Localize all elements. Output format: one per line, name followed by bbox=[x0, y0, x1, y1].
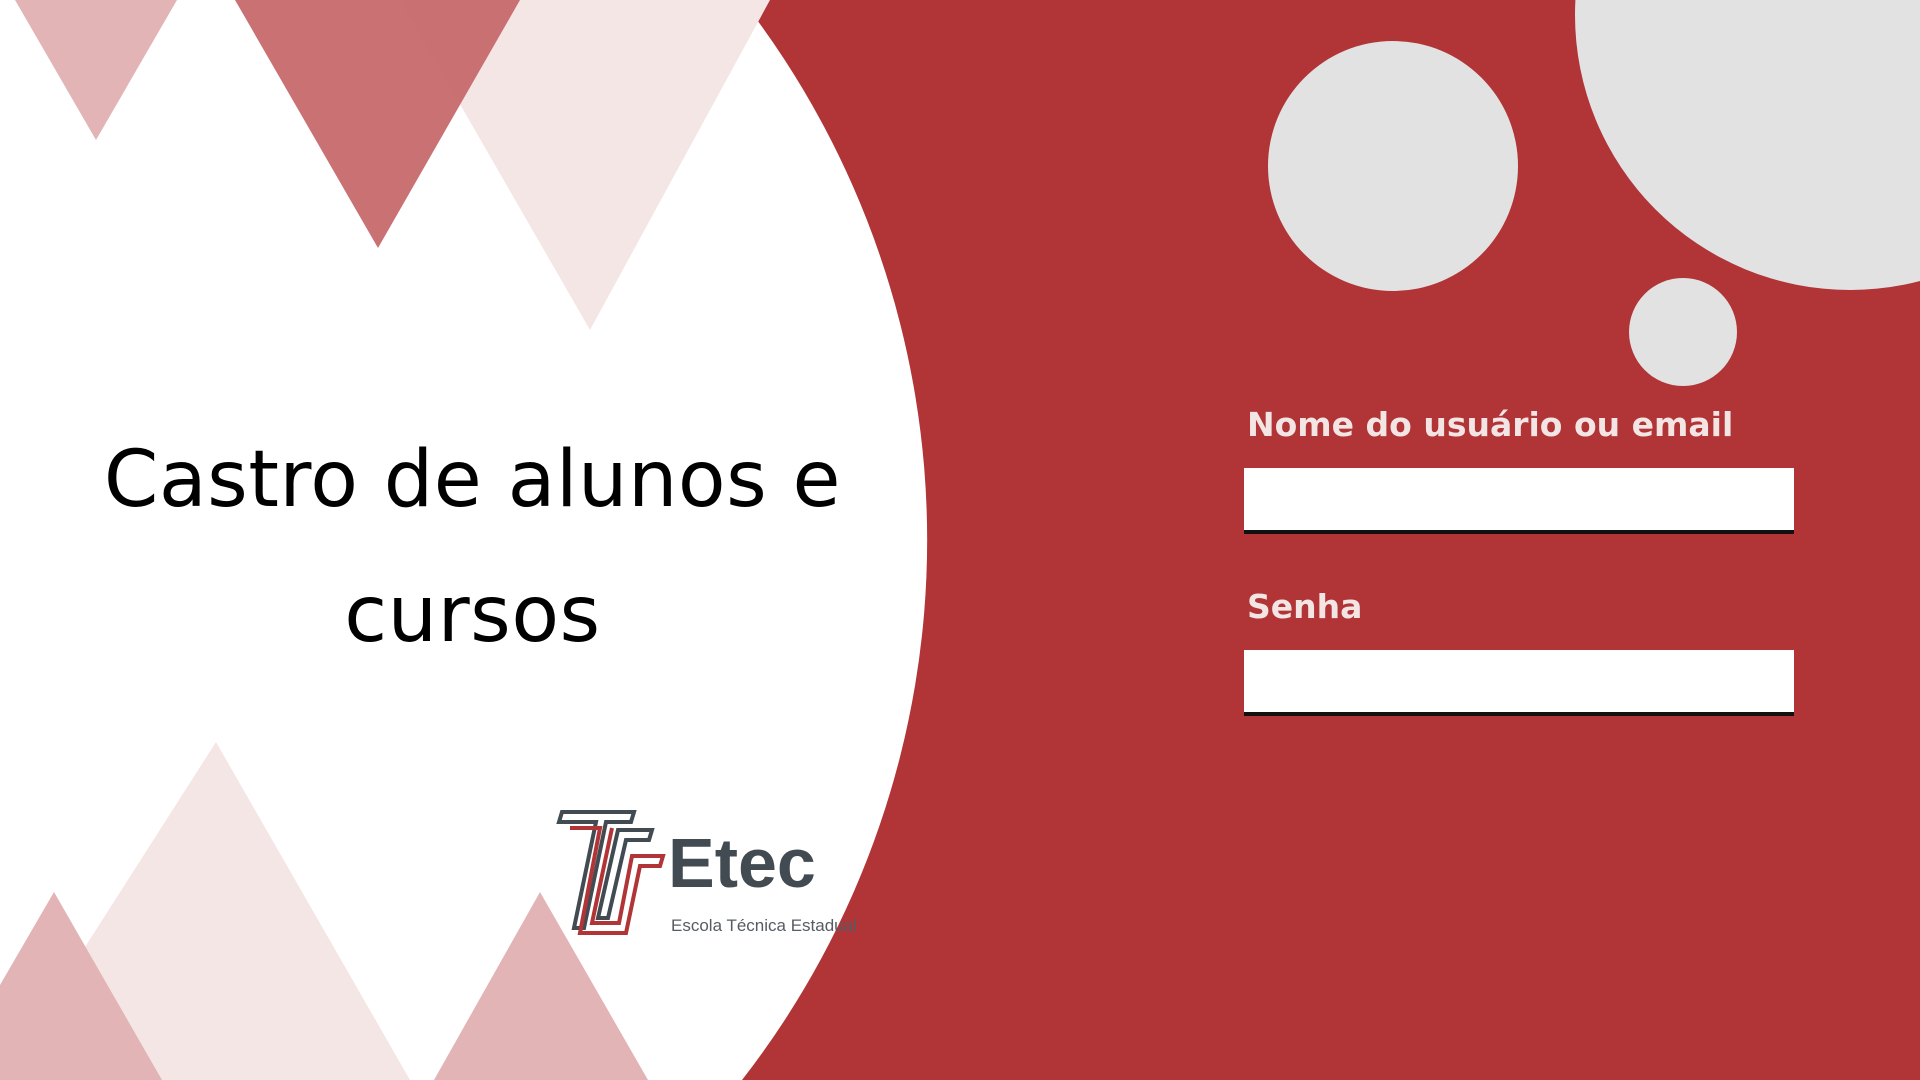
page-title: Castro de alunos e cursos bbox=[103, 435, 842, 660]
circle-medium bbox=[1268, 41, 1518, 291]
etec-logo-subtitle: Escola Técnica Estadual bbox=[671, 916, 857, 935]
password-input[interactable] bbox=[1244, 650, 1794, 716]
username-input[interactable] bbox=[1244, 468, 1794, 534]
etec-logo-mark-icon bbox=[556, 810, 666, 935]
username-label: Nome do usuário ou email bbox=[1247, 405, 1734, 444]
etec-logo-word: Etec bbox=[668, 824, 816, 902]
circle-small bbox=[1629, 278, 1737, 386]
etec-logo: Etec Escola Técnica Estadual bbox=[556, 808, 866, 938]
password-label: Senha bbox=[1247, 587, 1363, 626]
